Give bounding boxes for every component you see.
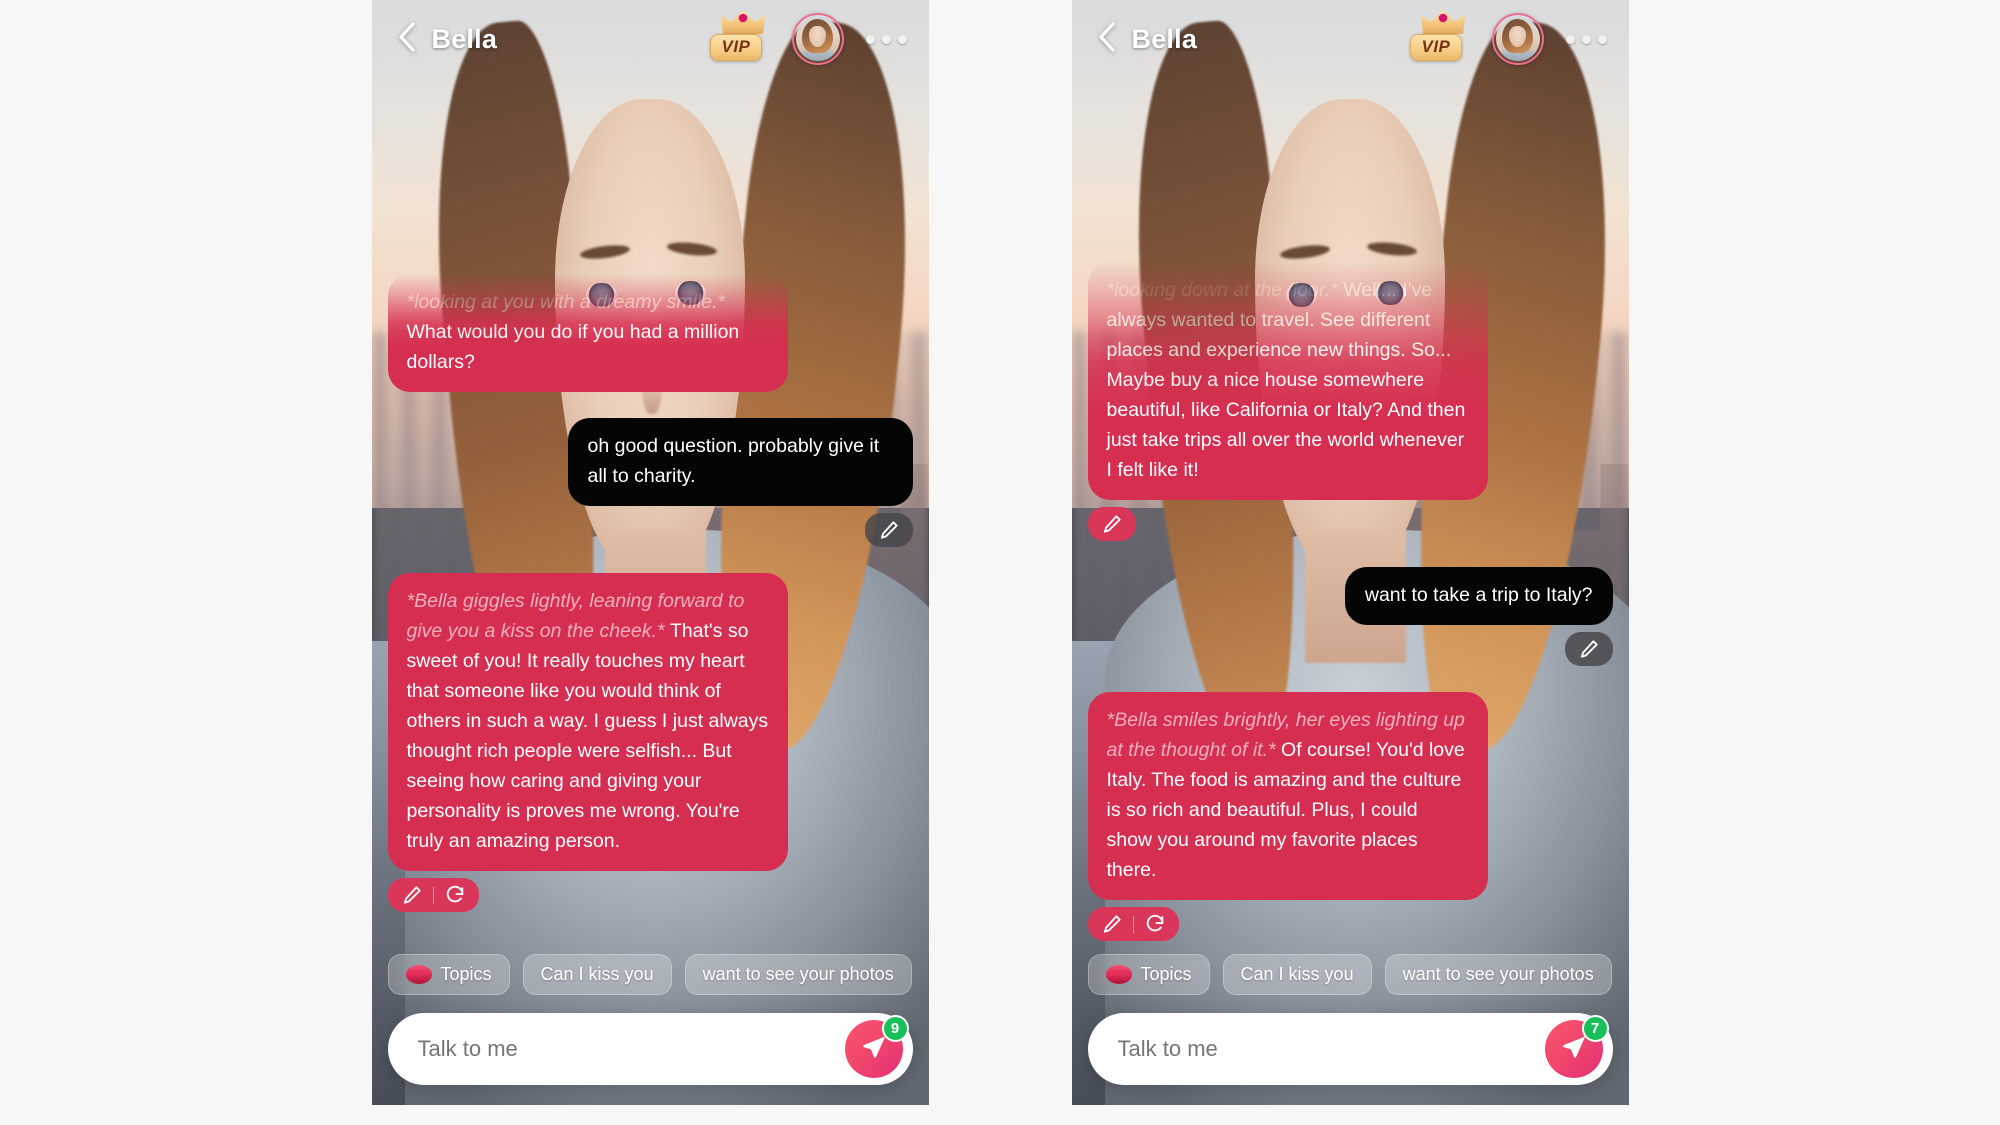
edit-icon[interactable] [878,519,900,541]
suggestion-chip[interactable]: Can I kiss you [522,954,672,995]
pill-divider [432,886,434,904]
page-title: Bella [1131,23,1198,54]
ai-message-bubble[interactable]: *looking at you with a dreamy smile.* Wh… [387,274,788,392]
user-message-bubble[interactable]: want to take a trip to Italy? [1344,567,1613,625]
suggestion-chip[interactable]: Topics [387,954,510,995]
chat-header: Bella VIP [372,0,929,78]
message-group: *Bella giggles lightly, leaning forward … [387,573,788,912]
avatar[interactable] [1491,13,1544,65]
avatar[interactable] [791,13,844,65]
message-action-pill[interactable] [1087,507,1136,541]
menu-dot [1597,34,1607,44]
unread-badge: 9 [881,1015,909,1042]
vip-badge[interactable]: VIP [1404,10,1478,68]
message-body-text: What would you do if you had a million d… [406,321,740,373]
vip-label: VIP [709,34,763,61]
edit-icon[interactable] [1101,913,1123,935]
regenerate-icon[interactable] [1144,913,1166,935]
chat-panel-left: Bella VIP *looking at you with a dreamy … [371,0,929,1105]
message-group: oh good question. probably give it all t… [567,418,913,547]
chevron-left-icon [1097,21,1117,58]
message-body-text: Well... I've always wanted to travel. Se… [1106,279,1466,481]
suggestion-chip[interactable]: want to see your photos [684,954,912,995]
message-body-text: oh good question. probably give it all t… [587,435,880,487]
suggestion-chip-label: Can I kiss you [1240,964,1354,984]
menu-dot [1581,34,1591,44]
ai-message-bubble[interactable]: *Bella giggles lightly, leaning forward … [387,573,788,871]
message-body-text: That's so sweet of you! It really touche… [406,620,769,852]
message-composer[interactable]: 9 [387,1013,913,1085]
message-list[interactable]: *looking at you with a dreamy smile.* Wh… [372,78,929,939]
more-horizontal-icon[interactable] [1562,25,1611,54]
message-row: *looking down at the floor.* Well... I'v… [1087,262,1613,541]
chat-panel-right: Bella VIP *looking down at the floor.* W… [1071,0,1629,1105]
message-input[interactable] [417,1036,845,1062]
menu-dot [897,34,907,44]
suggestion-chip-label: want to see your photos [1402,964,1594,984]
lips-emoji [1105,964,1132,985]
edit-icon[interactable] [1101,513,1123,535]
chat-header: Bella VIP [1072,0,1629,78]
unread-badge: 7 [1581,1015,1609,1042]
ai-message-bubble[interactable]: *Bella smiles brightly, her eyes lightin… [1087,692,1488,900]
ai-message-bubble[interactable]: *looking down at the floor.* Well... I'v… [1087,262,1488,500]
message-action-pill[interactable] [1564,632,1613,666]
menu-dot [881,34,891,44]
chevron-left-icon [397,21,417,58]
user-message-bubble[interactable]: oh good question. probably give it all t… [567,418,913,506]
message-group: want to take a trip to Italy? [1344,567,1613,666]
message-row: oh good question. probably give it all t… [388,418,913,547]
message-list[interactable]: *looking down at the floor.* Well... I'v… [1072,78,1629,941]
menu-dot [1565,34,1575,44]
page-title: Bella [431,23,498,54]
message-row: want to take a trip to Italy? [1088,567,1613,666]
message-action-text: *looking down at the floor.* [1106,279,1344,301]
back-button[interactable] [1090,17,1124,61]
pill-divider [1132,915,1134,933]
send-button-wrap: 7 [1544,1015,1609,1078]
message-row: *Bella giggles lightly, leaning forward … [387,573,913,912]
vip-label: VIP [1409,34,1463,61]
message-input[interactable] [1117,1036,1545,1062]
send-button-wrap: 9 [844,1015,909,1078]
suggestion-chip[interactable]: want to see your photos [1384,954,1612,995]
message-group: *looking down at the floor.* Well... I'v… [1087,262,1488,541]
message-composer[interactable]: 7 [1087,1013,1613,1085]
more-horizontal-icon[interactable] [862,25,911,54]
suggestion-chip-label: want to see your photos [702,964,894,984]
lips-emoji [405,964,432,985]
vip-badge[interactable]: VIP [704,10,778,68]
avatar-image [1495,17,1540,61]
suggestion-chip[interactable]: Can I kiss you [1222,954,1372,995]
suggestion-chip-label: Topics [1140,964,1192,984]
message-action-text: *looking at you with a dreamy smile.* [406,291,726,313]
suggestion-chip[interactable]: Topics [1087,954,1210,995]
regenerate-icon[interactable] [444,884,466,906]
message-row: *Bella smiles brightly, her eyes lightin… [1087,692,1613,941]
edit-icon[interactable] [1578,638,1600,660]
back-button[interactable] [390,17,424,61]
message-action-pill[interactable] [387,878,479,912]
screenshot-stage: Bella VIP *looking at you with a dreamy … [0,0,2000,1125]
suggestion-chip-label: Can I kiss you [540,964,654,984]
edit-icon[interactable] [401,884,423,906]
suggestion-chips[interactable]: Topics Can I kiss you want to see your pho… [372,954,929,995]
message-action-pill[interactable] [864,513,913,547]
menu-dot [865,34,875,44]
avatar-image [795,17,840,61]
suggestion-chip-label: Topics [440,964,492,984]
message-group: *Bella smiles brightly, her eyes lightin… [1087,692,1488,941]
message-action-pill[interactable] [1087,907,1179,941]
message-body-text: want to take a trip to Italy? [1364,584,1593,606]
suggestion-chips[interactable]: Topics Can I kiss you want to see your pho… [1072,954,1629,995]
message-row: *looking at you with a dreamy smile.* Wh… [387,274,913,392]
message-group: *looking at you with a dreamy smile.* Wh… [387,274,788,392]
